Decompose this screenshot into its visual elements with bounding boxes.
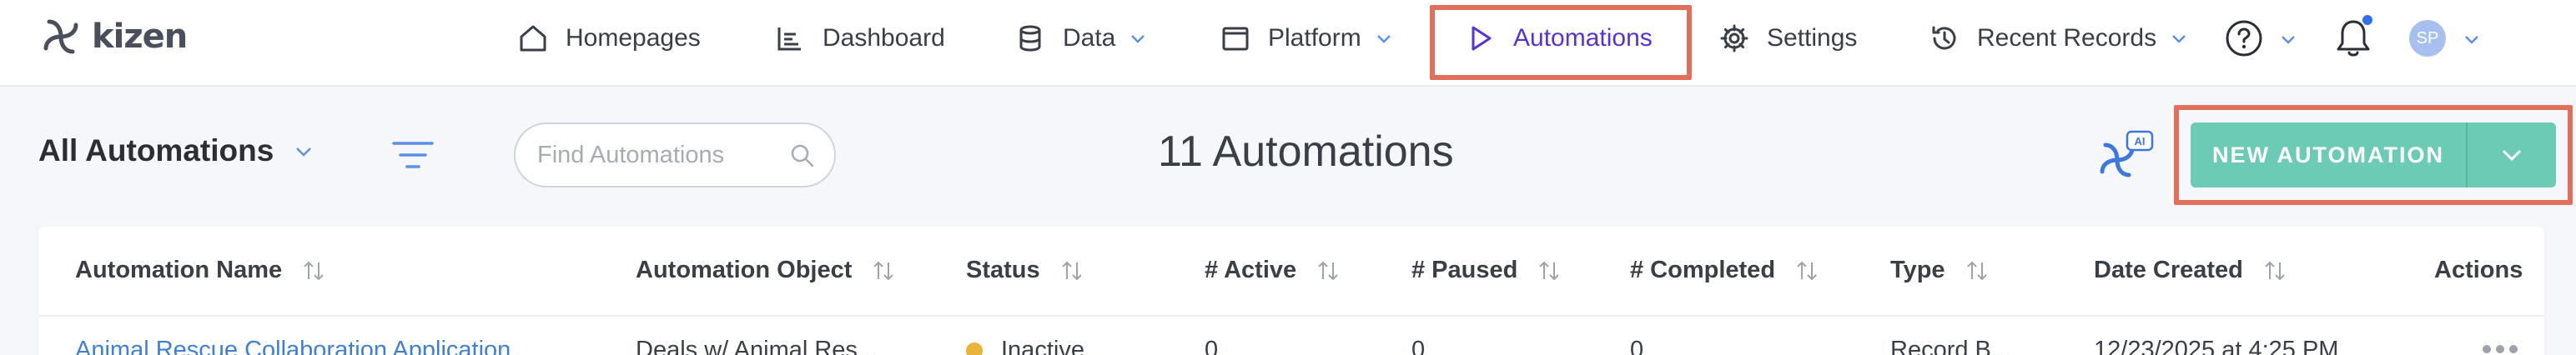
sort-icon xyxy=(1966,261,1987,280)
completed-count-cell: 0 xyxy=(1630,337,1644,355)
column-header-automation-name[interactable]: Automation Name xyxy=(75,257,325,284)
column-label: # Paused xyxy=(1411,257,1518,283)
sort-icon xyxy=(1061,261,1082,280)
filter-icon[interactable] xyxy=(392,138,434,172)
nav-recent-records[interactable]: Recent Records xyxy=(1929,18,2188,58)
type-cell: Record B... xyxy=(1890,337,2012,355)
column-header-automation-object[interactable]: Automation Object xyxy=(636,257,895,284)
kizen-logo-icon xyxy=(43,19,78,54)
paused-count-cell: 0 xyxy=(1411,337,1426,355)
column-label: # Completed xyxy=(1630,257,1776,283)
column-label: Automation Object xyxy=(636,257,853,283)
column-header-paused[interactable]: # Paused xyxy=(1411,257,1561,284)
window-icon xyxy=(1222,27,1249,51)
header-divider xyxy=(38,315,2544,317)
column-header-active[interactable]: # Active xyxy=(1205,257,1340,284)
status-label: Inactive xyxy=(1001,337,1084,355)
column-label: Status xyxy=(966,257,1040,283)
nav-settings[interactable]: Settings xyxy=(1718,18,1857,58)
history-icon xyxy=(1932,26,1956,50)
notification-badge xyxy=(2361,13,2374,27)
nav-platform[interactable]: Platform xyxy=(1220,18,1393,58)
nav-platform-label: Platform xyxy=(1268,24,1361,52)
nav-dashboard[interactable]: Dashboard xyxy=(774,18,945,58)
column-label: Date Created xyxy=(2094,257,2243,283)
nav-recent-records-label: Recent Records xyxy=(1977,24,2157,52)
search-icon xyxy=(791,144,814,168)
column-label: Type xyxy=(1890,257,1945,283)
automation-name-link[interactable]: Animal Rescue Collaboration Application xyxy=(75,337,511,355)
home-icon xyxy=(520,25,546,52)
automation-object-cell: Deals w/ Animal Res... xyxy=(636,337,878,355)
new-automation-button[interactable]: NEW AUTOMATION xyxy=(2191,122,2468,188)
sort-icon xyxy=(1797,261,1817,280)
column-header-date-created[interactable]: Date Created xyxy=(2094,257,2287,284)
nav-automations-label: Automations xyxy=(1513,24,1653,52)
column-header-completed[interactable]: # Completed xyxy=(1630,257,1819,284)
database-icon xyxy=(1019,25,1041,52)
sort-icon xyxy=(873,261,894,280)
logo-text: kizen xyxy=(92,18,188,56)
column-header-type[interactable]: Type xyxy=(1890,257,1989,284)
nav-settings-label: Settings xyxy=(1767,24,1858,52)
nav-dashboard-label: Dashboard xyxy=(823,24,945,52)
sort-icon xyxy=(1539,261,1560,280)
list-title: All Automations xyxy=(38,133,274,168)
gear-icon xyxy=(1720,24,1748,52)
date-created-cell: 12/23/2025 at 4:25 PM xyxy=(2094,337,2339,355)
chevron-down-icon xyxy=(2502,149,2522,162)
user-avatar[interactable]: SP xyxy=(2409,20,2446,57)
status-cell: Inactive xyxy=(966,337,1084,355)
chevron-down-icon xyxy=(1376,35,1391,43)
new-automation-dropdown-button[interactable] xyxy=(2468,122,2556,188)
column-header-status[interactable]: Status xyxy=(966,257,1084,284)
search-input[interactable] xyxy=(537,141,771,169)
column-label: Actions xyxy=(2434,257,2523,283)
top-navigation-bar: kizen Homepages Dashboard Data Platform … xyxy=(0,0,2576,87)
automations-table: Automation Name Automation Object Status… xyxy=(38,227,2544,355)
chevron-down-icon xyxy=(2172,35,2186,43)
svg-text:AI: AI xyxy=(2135,135,2146,148)
automation-count: 11 Automations xyxy=(1158,128,1454,176)
sort-icon xyxy=(304,261,324,280)
column-label: Automation Name xyxy=(75,257,283,283)
status-indicator-dot xyxy=(966,342,983,355)
nav-homepages-label: Homepages xyxy=(566,24,701,52)
nav-automations[interactable]: Automations xyxy=(1465,18,1653,58)
column-label: # Active xyxy=(1205,257,1297,283)
active-count-cell: 0 xyxy=(1205,337,1219,355)
nav-data[interactable]: Data xyxy=(1014,18,1147,58)
chevron-down-icon xyxy=(296,148,312,157)
column-header-actions: Actions xyxy=(2434,257,2523,284)
chevron-down-icon xyxy=(1131,35,1145,43)
nav-homepages[interactable]: Homepages xyxy=(517,18,701,58)
help-icon[interactable] xyxy=(2224,18,2264,58)
chart-icon xyxy=(777,28,801,51)
avatar-chevron-down-icon[interactable] xyxy=(2463,30,2481,48)
help-chevron-down-icon[interactable] xyxy=(2279,30,2297,48)
nav-data-label: Data xyxy=(1063,24,1116,52)
play-icon xyxy=(1472,26,1492,51)
sort-icon xyxy=(1318,261,1338,280)
row-actions-menu-icon[interactable] xyxy=(2483,345,2518,353)
kizen-logo[interactable]: kizen xyxy=(38,17,188,57)
new-automation-button-group: NEW AUTOMATION xyxy=(2191,122,2556,188)
ai-assistant-icon[interactable]: AI xyxy=(2096,130,2156,183)
list-selector[interactable]: All Automations xyxy=(38,133,314,168)
search-box[interactable] xyxy=(514,122,836,188)
sort-icon xyxy=(2265,261,2285,280)
